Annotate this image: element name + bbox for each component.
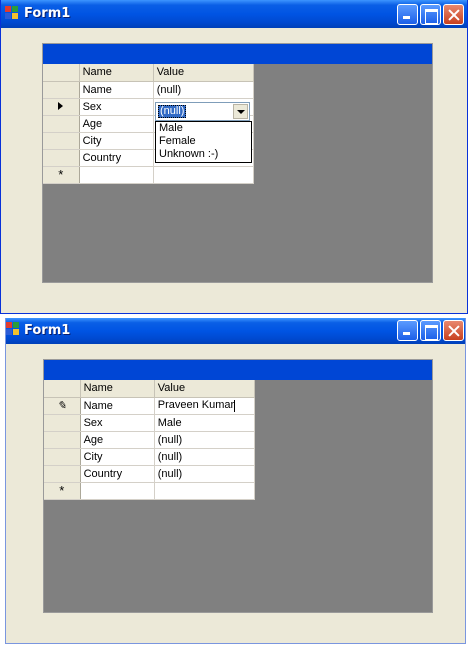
cell-value[interactable]: (null) bbox=[154, 448, 256, 466]
table-row[interactable]: Sex Male bbox=[44, 414, 256, 432]
new-row-star-icon: * bbox=[58, 166, 64, 182]
current-row-arrow-icon bbox=[58, 101, 64, 110]
row-header[interactable] bbox=[44, 448, 81, 466]
table-row[interactable]: Name (null) bbox=[43, 81, 255, 99]
column-header-value[interactable]: Value bbox=[154, 380, 256, 398]
row-header[interactable] bbox=[43, 132, 80, 150]
cell-value[interactable]: (null) bbox=[154, 431, 256, 449]
cell-name[interactable]: Name bbox=[80, 397, 155, 415]
row-header-current[interactable] bbox=[43, 98, 80, 116]
cell-value[interactable] bbox=[153, 166, 255, 184]
form1-window-top: Form1 Name Value Name (null) Sex Age Cit… bbox=[0, 0, 468, 314]
cell-name[interactable]: Country bbox=[79, 149, 154, 167]
app-icon[interactable] bbox=[5, 6, 20, 21]
cell-name[interactable]: Country bbox=[80, 465, 155, 483]
window-title: Form1 bbox=[24, 323, 71, 338]
column-header-name[interactable]: Name bbox=[80, 380, 155, 398]
cell-name[interactable]: City bbox=[79, 132, 154, 150]
row-header-corner[interactable] bbox=[43, 64, 80, 82]
grid-header-row: Name Value bbox=[44, 380, 256, 398]
window-title: Form1 bbox=[24, 6, 71, 21]
new-row-star-icon: * bbox=[59, 482, 65, 498]
row-header[interactable] bbox=[43, 149, 80, 167]
title-bar[interactable]: Form1 bbox=[6, 318, 465, 344]
close-button[interactable] bbox=[443, 4, 464, 25]
title-bar[interactable]: Form1 bbox=[1, 0, 467, 28]
cell-name[interactable]: Sex bbox=[80, 414, 155, 432]
grid-caption-bar bbox=[43, 44, 432, 64]
cell-value[interactable]: (null) bbox=[153, 81, 255, 99]
cell-name[interactable]: Name bbox=[79, 81, 154, 99]
grid-header-row: Name Value bbox=[43, 64, 255, 82]
table-row[interactable]: Country (null) bbox=[44, 465, 256, 483]
new-row[interactable]: * bbox=[44, 482, 256, 500]
edit-text[interactable]: Praveen Kumar bbox=[158, 399, 234, 411]
combo-selected-text: (null) bbox=[158, 105, 187, 118]
form1-window-bottom: Form1 Name Value ✎ Name Praveen Kumar Se… bbox=[5, 318, 466, 644]
close-button[interactable] bbox=[443, 320, 464, 341]
grid-table: Name Value ✎ Name Praveen Kumar Sex Male… bbox=[44, 380, 256, 500]
row-header-editing[interactable]: ✎ bbox=[44, 397, 81, 415]
row-header-new[interactable]: * bbox=[44, 482, 81, 500]
text-caret bbox=[234, 399, 236, 412]
option-unknown[interactable]: Unknown :-) bbox=[156, 148, 251, 161]
cell-value[interactable]: (null) bbox=[154, 465, 256, 483]
cell-name[interactable]: Age bbox=[79, 115, 154, 133]
maximize-button[interactable] bbox=[420, 320, 441, 341]
cell-name[interactable] bbox=[80, 482, 155, 500]
option-male[interactable]: Male bbox=[156, 122, 251, 135]
row-header-corner[interactable] bbox=[44, 380, 81, 398]
new-row[interactable]: * bbox=[43, 166, 255, 184]
table-row[interactable]: City (null) bbox=[44, 448, 256, 466]
minimize-button[interactable] bbox=[397, 320, 418, 341]
cell-value-editing[interactable]: Praveen Kumar bbox=[154, 397, 256, 415]
row-header[interactable] bbox=[43, 115, 80, 133]
table-row[interactable]: Age (null) bbox=[44, 431, 256, 449]
cell-name[interactable]: Sex bbox=[79, 98, 154, 116]
datagrid[interactable]: Name Value Name (null) Sex Age City Coun… bbox=[42, 43, 433, 283]
pencil-icon: ✎ bbox=[57, 400, 67, 412]
row-header-new[interactable]: * bbox=[43, 166, 80, 184]
column-header-name[interactable]: Name bbox=[79, 64, 154, 82]
datagrid[interactable]: Name Value ✎ Name Praveen Kumar Sex Male… bbox=[43, 359, 433, 613]
app-icon[interactable] bbox=[6, 322, 21, 337]
cell-name[interactable]: Age bbox=[80, 431, 155, 449]
cell-value[interactable]: Male bbox=[154, 414, 256, 432]
row-header[interactable] bbox=[44, 465, 81, 483]
row-header[interactable] bbox=[44, 431, 81, 449]
table-row[interactable]: ✎ Name Praveen Kumar bbox=[44, 397, 256, 415]
cell-name[interactable] bbox=[79, 166, 154, 184]
row-header[interactable] bbox=[44, 414, 81, 432]
cell-name[interactable]: City bbox=[80, 448, 155, 466]
column-header-value[interactable]: Value bbox=[153, 64, 255, 82]
sex-combobox[interactable]: (null) bbox=[155, 102, 250, 121]
cell-value[interactable] bbox=[154, 482, 256, 500]
option-female[interactable]: Female bbox=[156, 135, 251, 148]
grid-caption-bar bbox=[44, 360, 432, 380]
minimize-button[interactable] bbox=[397, 4, 418, 25]
maximize-button[interactable] bbox=[420, 4, 441, 25]
combo-dropdown-list[interactable]: Male Female Unknown :-) bbox=[155, 121, 252, 163]
chevron-down-icon[interactable] bbox=[233, 104, 248, 119]
row-header[interactable] bbox=[43, 81, 80, 99]
